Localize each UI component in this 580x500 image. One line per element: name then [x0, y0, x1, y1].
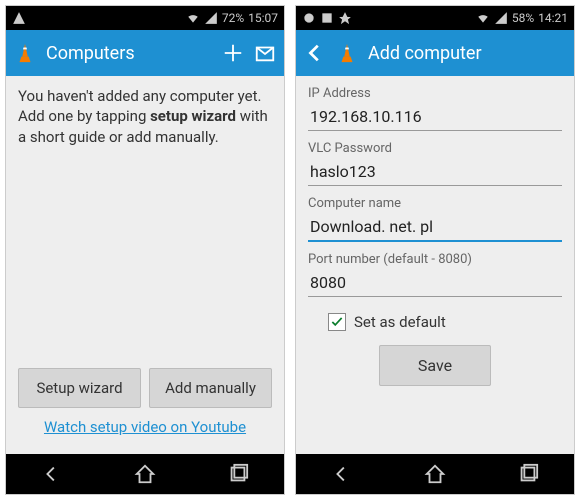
page-title: Add computer — [368, 43, 566, 64]
recent-icon[interactable] — [517, 463, 539, 485]
recent-icon[interactable] — [227, 463, 249, 485]
checkbox-icon[interactable] — [328, 313, 346, 331]
inbox-icon[interactable] — [254, 42, 276, 64]
notif-icon — [12, 11, 26, 25]
home-icon[interactable] — [134, 463, 156, 485]
back-icon[interactable] — [304, 42, 326, 64]
home-icon[interactable] — [424, 463, 446, 485]
password-field: VLC Password haslo123 — [308, 141, 562, 186]
signal-icon — [494, 11, 508, 25]
clock: 15:07 — [248, 11, 278, 25]
wifi-icon — [476, 11, 490, 25]
statusbar: 72% 15:07 — [6, 6, 284, 30]
clock: 14:21 — [538, 11, 568, 25]
page-title: Computers — [46, 43, 212, 64]
wifi-icon — [186, 11, 200, 25]
add-manually-button[interactable]: Add manually — [149, 368, 272, 408]
vlc-icon — [336, 42, 358, 64]
signal-icon — [204, 11, 218, 25]
default-checkbox-row[interactable]: Set as default — [328, 313, 562, 331]
notif-icon-2 — [320, 11, 334, 25]
port-field: Port number (default - 8080) 8080 — [308, 252, 562, 297]
name-field: Computer name Download. net. pl — [308, 196, 562, 242]
back-icon[interactable] — [331, 463, 353, 485]
help-bold: setup wizard — [150, 107, 236, 125]
password-input[interactable]: haslo123 — [308, 158, 562, 186]
name-input[interactable]: Download. net. pl — [308, 213, 562, 242]
ip-input[interactable]: 192.168.10.116 — [308, 103, 562, 131]
button-row: Setup wizard Add manually — [18, 362, 272, 412]
help-text: You haven't added any computer yet. Add … — [18, 86, 272, 147]
statusbar: 58% 14:21 — [296, 6, 574, 30]
content: You haven't added any computer yet. Add … — [6, 76, 284, 454]
form: IP Address 192.168.10.116 VLC Password h… — [296, 76, 574, 454]
port-label: Port number (default - 8080) — [308, 252, 562, 267]
port-input[interactable]: 8080 — [308, 269, 562, 297]
setup-wizard-button[interactable]: Setup wizard — [18, 368, 141, 408]
actionbar: Computers — [6, 30, 284, 76]
actionbar: Add computer — [296, 30, 574, 76]
default-label: Set as default — [354, 313, 446, 331]
navbar — [296, 454, 574, 494]
ip-label: IP Address — [308, 86, 562, 101]
notif-icon-3 — [338, 11, 352, 25]
add-icon[interactable] — [222, 42, 244, 64]
name-label: Computer name — [308, 196, 562, 211]
save-button[interactable]: Save — [379, 345, 491, 386]
vlc-icon — [14, 42, 36, 64]
phone-right: 58% 14:21 Add computer IP Address 192.16… — [295, 5, 575, 495]
back-icon[interactable] — [41, 463, 63, 485]
youtube-link[interactable]: Watch setup video on Youtube — [18, 412, 272, 444]
battery-text: 58% — [512, 11, 534, 25]
password-label: VLC Password — [308, 141, 562, 156]
battery-text: 72% — [222, 11, 244, 25]
ip-field: IP Address 192.168.10.116 — [308, 86, 562, 131]
phone-left: 72% 15:07 Computers You haven't added an… — [5, 5, 285, 495]
navbar — [6, 454, 284, 494]
notif-icon — [302, 11, 316, 25]
